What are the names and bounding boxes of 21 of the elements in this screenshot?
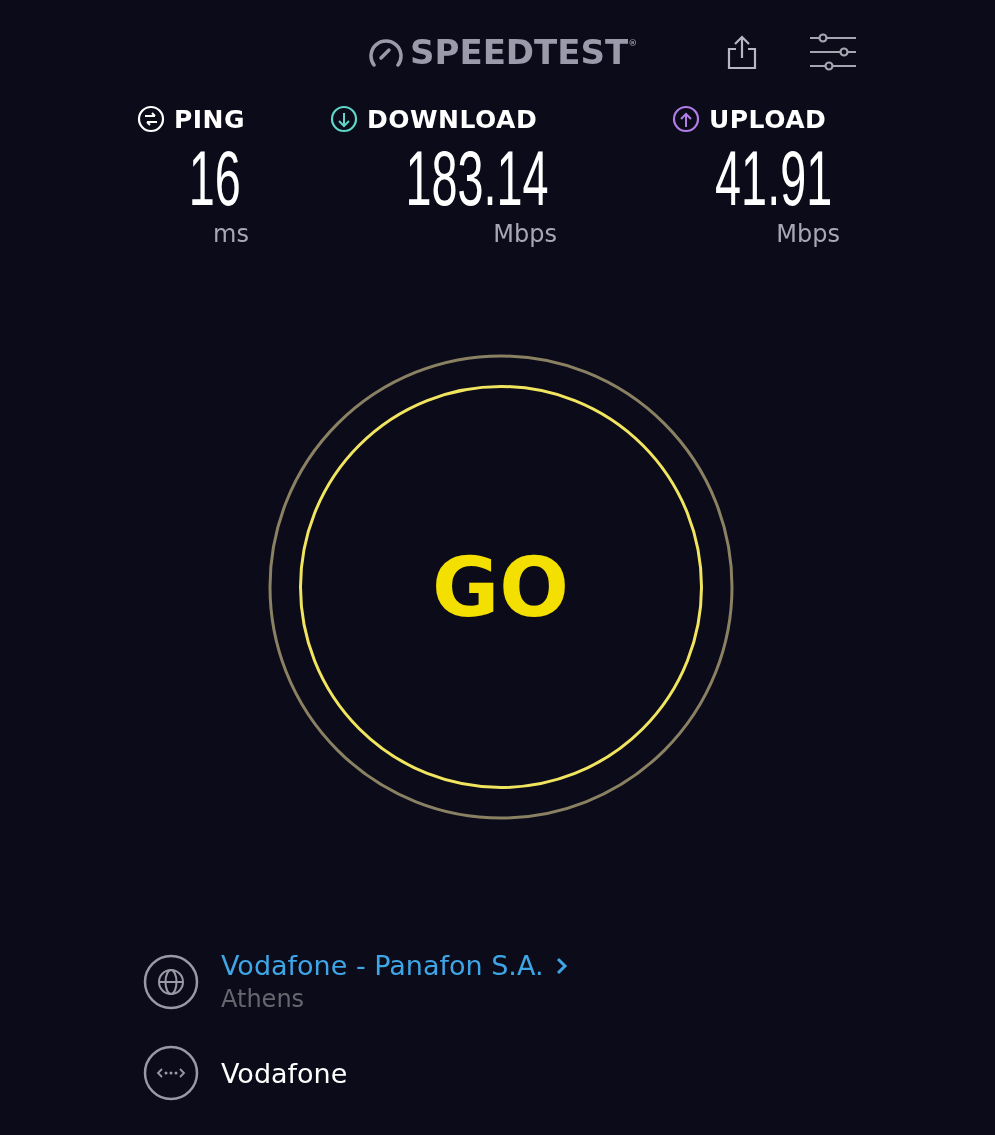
settings-icon[interactable] (809, 33, 858, 71)
exchange-arrows-icon (137, 105, 165, 133)
metric-unit: ms (213, 220, 249, 248)
metric-value: 183.14 (405, 138, 549, 218)
metric-label: PING (174, 104, 246, 134)
gauge-icon (368, 37, 404, 67)
share-icon[interactable] (727, 34, 758, 70)
globe-icon (143, 953, 199, 1010)
server-location: Athens (221, 985, 306, 1013)
metric-label: DOWNLOAD (367, 104, 538, 134)
speedtest-logo: SPEEDTEST$^{®}$ (410, 32, 638, 72)
metric-unit: Mbps (493, 220, 557, 248)
metric-label: UPLOAD (709, 104, 827, 134)
go-button[interactable]: GO (298, 385, 703, 789)
chevron-right-icon[interactable] (555, 956, 568, 975)
metric-unit: Mbps (776, 220, 840, 248)
metric-value: 16 (188, 138, 241, 218)
provider-name: Vodafone (221, 1057, 348, 1089)
connection-icon (143, 1045, 199, 1101)
server-name-link[interactable]: Vodafone - Panafon S.A. (221, 950, 544, 981)
metric-value: 41.91 (714, 138, 832, 218)
